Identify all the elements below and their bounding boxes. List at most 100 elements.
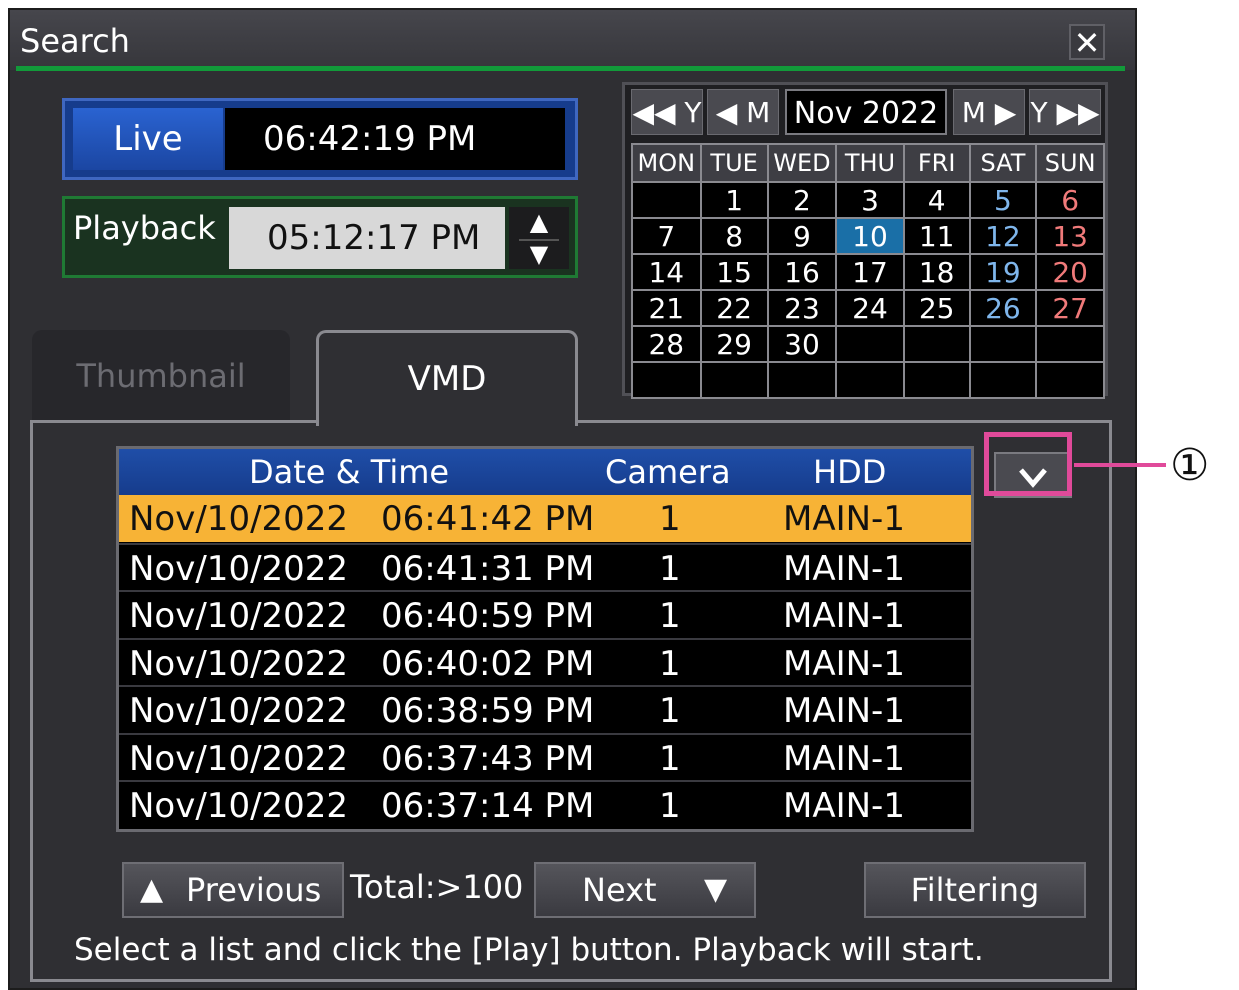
prev-year-button[interactable]: ◀◀ Y bbox=[631, 89, 703, 135]
row-camera: 1 bbox=[659, 643, 681, 684]
playback-time-field[interactable]: 05:12:17 PM bbox=[229, 207, 505, 269]
calendar-empty-cell bbox=[902, 325, 971, 363]
row-date: Nov/10/2022 bbox=[129, 738, 349, 779]
weekday-thu: THU bbox=[835, 143, 905, 183]
row-camera: 1 bbox=[659, 786, 681, 826]
calendar-day[interactable]: 30 bbox=[766, 325, 838, 363]
calendar-day[interactable]: 14 bbox=[631, 253, 702, 291]
weekday-tue: TUE bbox=[699, 143, 769, 183]
table-row[interactable]: Nov/10/2022 06:41:31 PM 1 MAIN-1 bbox=[119, 542, 971, 590]
calendar-empty-cell bbox=[631, 361, 702, 399]
row-date: Nov/10/2022 bbox=[129, 596, 349, 636]
next-button[interactable]: Next ▼ bbox=[534, 862, 756, 918]
row-date: Nov/10/2022 bbox=[129, 691, 349, 731]
row-camera: 1 bbox=[659, 499, 681, 539]
spin-down-arrow-icon[interactable]: ▼ bbox=[519, 239, 559, 267]
table-row[interactable]: Nov/10/2022 06:40:59 PM 1 MAIN-1 bbox=[119, 590, 971, 637]
calendar-empty-cell bbox=[699, 361, 769, 399]
playback-panel: Playback 05:12:17 PM ▲ ▼ bbox=[62, 196, 578, 278]
table-row[interactable]: Nov/10/2022 06:37:14 PM 1 MAIN-1 bbox=[119, 780, 971, 827]
calendar-day[interactable]: 7 bbox=[631, 217, 702, 255]
tab-thumbnail[interactable]: Thumbnail bbox=[32, 330, 290, 422]
title-bar: Search ✕ bbox=[10, 10, 1135, 70]
instruction-text: Select a list and click the [Play] butto… bbox=[74, 932, 984, 968]
tab-vmd[interactable]: VMD bbox=[316, 330, 578, 426]
calendar-empty-cell bbox=[968, 361, 1038, 399]
row-camera: 1 bbox=[659, 691, 681, 731]
row-hdd: MAIN-1 bbox=[783, 786, 905, 826]
calendar-day[interactable]: 24 bbox=[835, 289, 905, 327]
calendar-day[interactable]: 2 bbox=[766, 181, 838, 219]
weekday-wed: WED bbox=[766, 143, 838, 183]
calendar-day[interactable]: 22 bbox=[699, 289, 769, 327]
row-camera: 1 bbox=[659, 548, 681, 589]
row-time: 06:38:59 PM bbox=[381, 691, 595, 731]
calendar-day[interactable]: 9 bbox=[766, 217, 838, 255]
calendar-day[interactable]: 13 bbox=[1035, 217, 1105, 255]
calendar-day[interactable]: 5 bbox=[968, 181, 1038, 219]
calendar-day[interactable]: 27 bbox=[1035, 289, 1105, 327]
calendar-month-label: Nov 2022 bbox=[785, 89, 947, 135]
header-camera[interactable]: Camera bbox=[605, 453, 731, 491]
next-label: Next bbox=[582, 871, 657, 909]
next-month-button[interactable]: M ▶ bbox=[953, 89, 1025, 135]
calendar-day[interactable]: 1 bbox=[699, 181, 769, 219]
callout-highlight bbox=[984, 432, 1072, 496]
row-hdd: MAIN-1 bbox=[783, 596, 905, 636]
row-time: 06:37:43 PM bbox=[381, 738, 595, 779]
calendar-day[interactable]: 18 bbox=[902, 253, 971, 291]
previous-label: Previous bbox=[186, 871, 322, 909]
prev-month-button[interactable]: ◀ M bbox=[707, 89, 779, 135]
calendar-day[interactable]: 8 bbox=[699, 217, 769, 255]
calendar-empty-cell bbox=[968, 325, 1038, 363]
playback-time-stepper: ▲ ▼ bbox=[509, 207, 569, 269]
window-title: Search bbox=[20, 22, 130, 60]
live-time-display: 06:42:19 PM bbox=[225, 108, 565, 170]
table-row[interactable]: Nov/10/2022 06:38:59 PM 1 MAIN-1 bbox=[119, 685, 971, 732]
event-list: Date & Time Camera HDD Nov/10/2022 06:41:… bbox=[116, 446, 974, 832]
close-button[interactable]: ✕ bbox=[1069, 24, 1105, 60]
weekday-fri: FRI bbox=[902, 143, 971, 183]
calendar-day[interactable]: 28 bbox=[631, 325, 702, 363]
header-hdd[interactable]: HDD bbox=[813, 453, 886, 491]
calendar-nav: ◀◀ Y ◀ M Nov 2022 M ▶ Y ▶▶ bbox=[631, 89, 1101, 137]
table-row[interactable]: Nov/10/2022 06:37:43 PM 1 MAIN-1 bbox=[119, 732, 971, 780]
spin-up-arrow-icon[interactable]: ▲ bbox=[519, 209, 559, 235]
table-row[interactable]: Nov/10/2022 06:40:02 PM 1 MAIN-1 bbox=[119, 637, 971, 685]
search-window: Search ✕ Live 06:42:19 PM Playback 05:12… bbox=[8, 8, 1137, 990]
calendar-day[interactable]: 25 bbox=[902, 289, 971, 327]
calendar-day[interactable]: 11 bbox=[902, 217, 971, 255]
calendar-day[interactable]: 3 bbox=[835, 181, 905, 219]
row-time: 06:40:02 PM bbox=[381, 643, 595, 684]
calendar-empty-cell bbox=[1035, 361, 1105, 399]
calendar-day[interactable]: 26 bbox=[968, 289, 1038, 327]
calendar-day[interactable]: 21 bbox=[631, 289, 702, 327]
header-datetime[interactable]: Date & Time bbox=[249, 453, 449, 491]
down-triangle-icon: ▼ bbox=[704, 872, 728, 907]
calendar-day[interactable]: 29 bbox=[699, 325, 769, 363]
calendar-day[interactable]: 19 bbox=[968, 253, 1038, 291]
callout-line bbox=[1074, 463, 1166, 467]
calendar-day[interactable]: 12 bbox=[968, 217, 1038, 255]
previous-button[interactable]: ▲ Previous bbox=[122, 862, 344, 918]
total-count: Total:>100 bbox=[350, 868, 524, 906]
calendar-day[interactable]: 4 bbox=[902, 181, 971, 219]
row-hdd: MAIN-1 bbox=[783, 643, 905, 684]
filtering-button[interactable]: Filtering bbox=[864, 862, 1086, 918]
calendar-day[interactable]: 17 bbox=[835, 253, 905, 291]
list-header: Date & Time Camera HDD bbox=[119, 449, 971, 495]
calendar-day[interactable]: 23 bbox=[766, 289, 838, 327]
calendar-day[interactable]: 6 bbox=[1035, 181, 1105, 219]
calendar-day[interactable]: 10 bbox=[835, 217, 905, 255]
calendar-day[interactable]: 20 bbox=[1035, 253, 1105, 291]
weekday-mon: MON bbox=[631, 143, 702, 183]
weekday-sun: SUN bbox=[1035, 143, 1105, 183]
calendar-day[interactable]: 15 bbox=[699, 253, 769, 291]
row-date: Nov/10/2022 bbox=[129, 548, 349, 589]
next-year-button[interactable]: Y ▶▶ bbox=[1029, 89, 1101, 135]
calendar-empty-cell bbox=[835, 361, 905, 399]
calendar-empty-cell bbox=[835, 325, 905, 363]
table-row[interactable]: Nov/10/2022 06:41:42 PM 1 MAIN-1 bbox=[119, 495, 971, 542]
calendar-day[interactable]: 16 bbox=[766, 253, 838, 291]
live-button[interactable]: Live bbox=[73, 108, 223, 170]
